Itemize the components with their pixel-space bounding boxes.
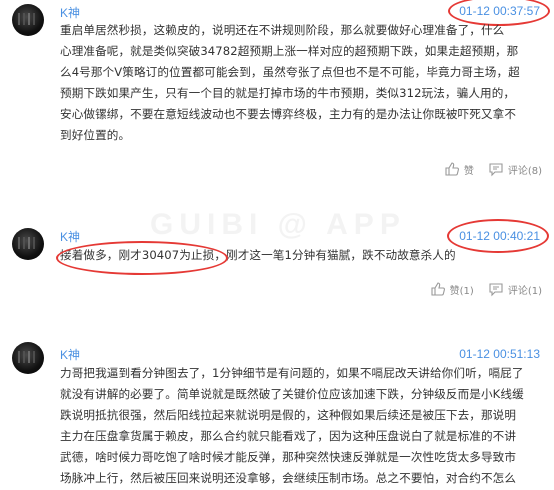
content-line: 接着做多，刚才30407为止损，刚才这一笔1分钟有猫腻，跌不动故意杀人的 [60,248,456,262]
avatar[interactable] [12,228,44,260]
content-line: 重启单居然秒损，这赖皮的，说明还在不讲规则阶段，那么就要做好心理准备了，什么 [60,23,505,37]
content-line: 心理准备呢，就是类似突破34782超预期上涨一样对应的超预期下跌，如果走超预期，… [60,44,519,58]
content-line: 力哥把我逼到看分钟图去了，1分钟细节是有问题的，如果不嗝屁改天讲给你们听，嗝屁了 [60,366,524,380]
like-label: 赞(1) [449,285,474,297]
author-name[interactable]: K神 [60,4,80,21]
author-name[interactable]: K神 [60,346,80,363]
content-line: 就没有讲解的必要了。简单说就是既然破了关键价位应该加速下跌，分钟级反而是小K线缓 [60,387,524,401]
avatar[interactable] [12,4,44,36]
post-time: 01-12 00:51:13 [459,347,540,361]
author-name[interactable]: K神 [60,228,80,245]
like-button[interactable]: 赞(1) [430,281,474,297]
content-line: 场脉冲上行，然后被压回来说明还没拿够，会继续压制市场。总之不要怕，对合约不怎么 [60,471,517,485]
content-line: 武德，啥时候力哥吃饱了啥时候才能反弹，那种突然快速反弹就是一次性吃货太多导致市 [60,450,517,464]
content-line: 安心做镙绑，不要在意短线波动也不要去博弈终极，主力有的是办法让你既被吓死又拿不 [60,107,517,121]
comment-label: 评论(1) [507,285,542,297]
thumbs-up-icon [444,161,460,177]
post-time: 01-12 00:40:21 [459,229,540,243]
avatar[interactable] [12,342,44,374]
comment-button[interactable]: 评论(8) [488,161,542,177]
post-time: 01-12 00:37:57 [459,4,540,18]
comment-label: 评论(8) [507,165,542,177]
post-content: 重启单居然秒损，这赖皮的，说明还在不讲规则阶段，那么就要做好心理准备了，什么 心… [60,20,538,146]
content-line: 预期下跌如果产生，只有一个目的就是打掉市场的牛市预期，类似312玩法，骗人用的， [60,86,516,100]
like-label: 赞 [463,165,474,177]
post-content: 力哥把我逼到看分钟图去了，1分钟细节是有问题的，如果不嗝屁改天讲给你们听，嗝屁了… [60,363,538,489]
content-line: 主力在压盘拿货属于赖皮，那么合约就只能看戏了，因为这种压盘说白了就是标准的不讲 [60,429,517,443]
content-line: 到好位置的。 [60,128,131,142]
post-content: 接着做多，刚才30407为止损，刚才这一笔1分钟有猫腻，跌不动故意杀人的 [60,245,538,266]
comment-icon [488,281,504,297]
post-actions: 赞(1) 评论(1) [430,281,542,297]
content-line: 跌说明抵抗很强，然后阳线拉起来就说明是假的，这种假如果后续还是被压下去，那说明 [60,408,517,422]
comment-icon [488,161,504,177]
like-button[interactable]: 赞 [444,161,474,177]
comment-button[interactable]: 评论(1) [488,281,542,297]
watermark: GUIBI @ APP [150,208,406,241]
post-actions: 赞 评论(8) [444,161,542,177]
thumbs-up-icon [430,281,446,297]
content-line: 么4号那个V策略订的位置都可能会到，虽然夸张了点但也不是不可能，毕竟力哥主场，超 [60,65,520,79]
